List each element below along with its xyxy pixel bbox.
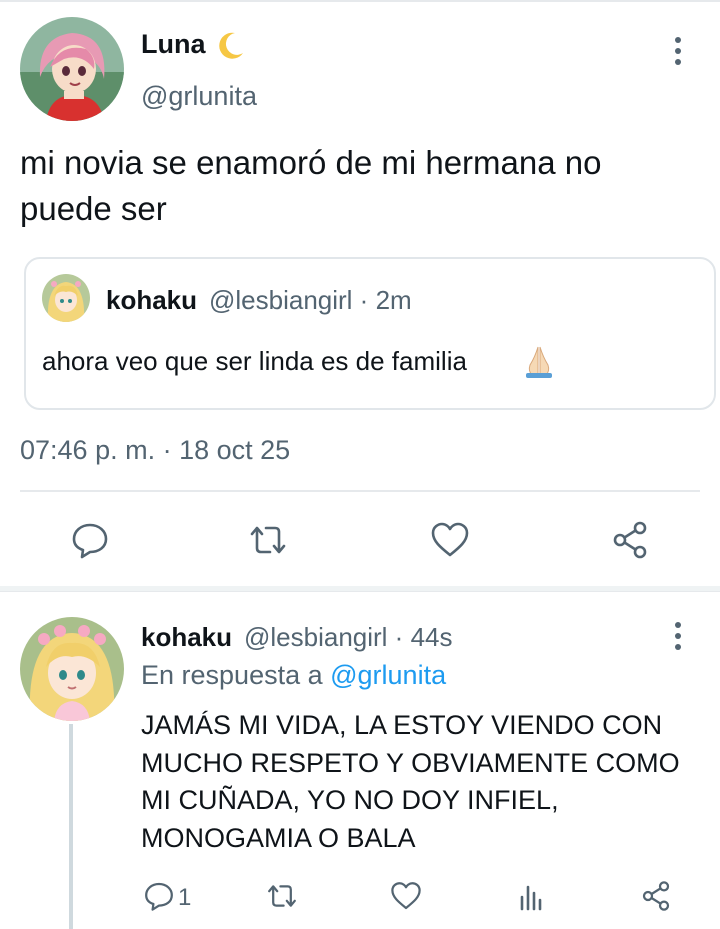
retweet-icon[interactable]: [262, 876, 302, 916]
reply-author-name[interactable]: kohaku: [141, 622, 232, 653]
reply-text: JAMÁS MI VIDA, LA ESTOY VIENDO CON MUCHO…: [141, 710, 680, 853]
reply-icon[interactable]: [141, 876, 177, 916]
reply-author-handle[interactable]: @lesbiangirl · 44s: [244, 622, 452, 653]
views-icon[interactable]: [512, 876, 552, 916]
share-icon[interactable]: [608, 518, 652, 562]
reply-mention-link[interactable]: @grlunita: [330, 660, 446, 690]
tweet-text: mi novia se enamoró de mi hermana no pue…: [20, 144, 602, 227]
quoted-author-handle[interactable]: @lesbiangirl · 2m: [209, 285, 412, 316]
luna-avatar[interactable]: [20, 17, 124, 121]
retweet-icon[interactable]: [246, 518, 290, 562]
praying-hands-icon: [522, 343, 556, 379]
reply-icon[interactable]: [68, 518, 112, 562]
more-options-icon[interactable]: [663, 31, 693, 71]
reply-author-avatar[interactable]: [20, 617, 124, 721]
section-separator: [0, 586, 720, 592]
reply-count: 1: [178, 884, 192, 911]
author-name[interactable]: Luna: [141, 29, 206, 60]
more-options-icon[interactable]: [663, 616, 693, 656]
quoted-author-name[interactable]: kohaku: [106, 285, 197, 316]
author-handle[interactable]: @grlunita: [141, 81, 257, 112]
share-icon[interactable]: [636, 876, 676, 916]
divider: [20, 490, 700, 492]
thread-line: [69, 724, 73, 929]
quoted-tweet-text: ahora veo que ser linda es de familia: [42, 346, 467, 376]
top-divider: [0, 0, 720, 2]
reply-context: En respuesta a @grlunita: [141, 660, 446, 691]
quoted-tweet-card[interactable]: [24, 257, 716, 410]
like-icon[interactable]: [386, 876, 426, 916]
reply-prefix: En respuesta a: [141, 660, 331, 690]
quoted-author-avatar[interactable]: [42, 274, 90, 322]
tweet-timestamp: 07:46 p. m. · 18 oct 25: [20, 435, 291, 465]
crescent-moon-icon: [213, 29, 247, 63]
like-icon[interactable]: [428, 518, 472, 562]
